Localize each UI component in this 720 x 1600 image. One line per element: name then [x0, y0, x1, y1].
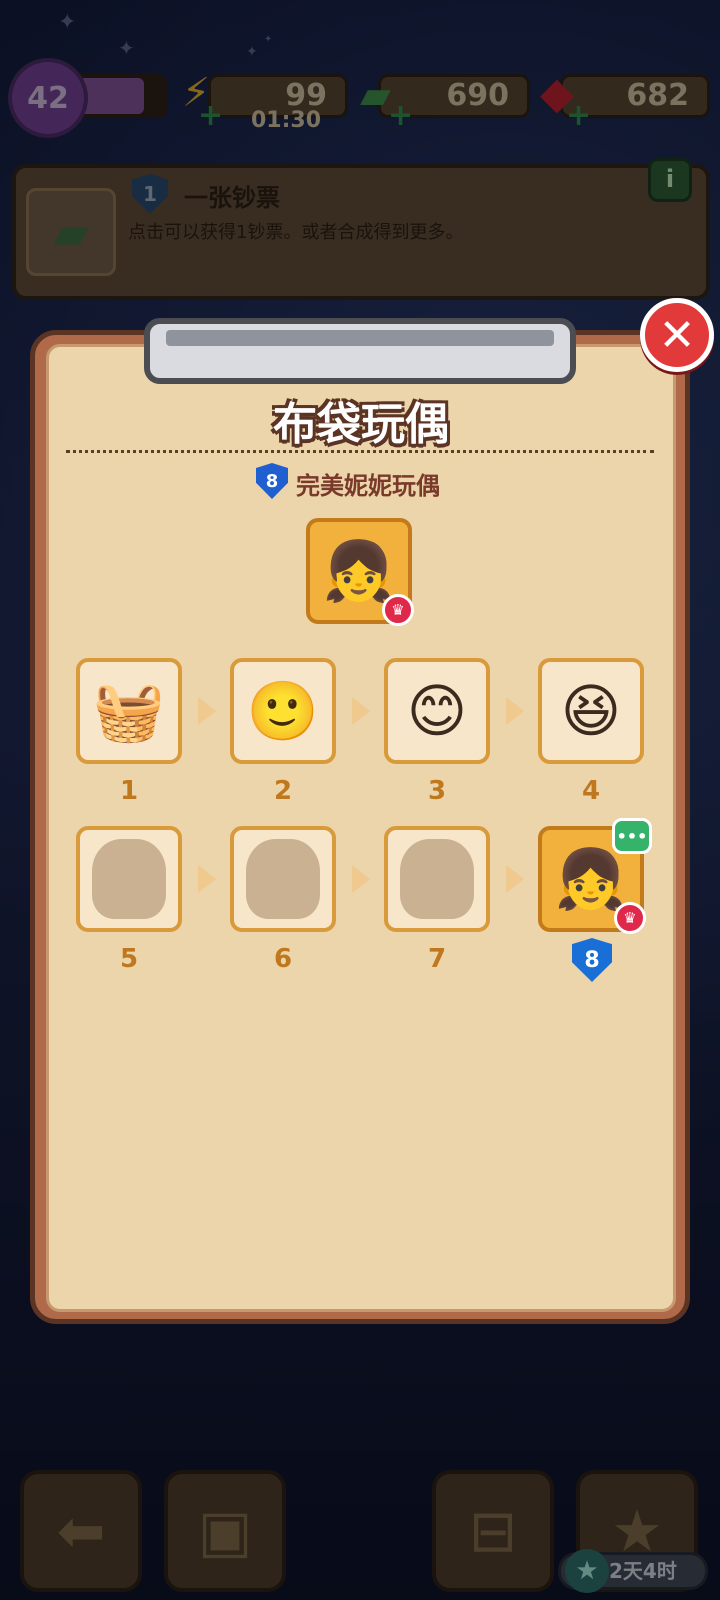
step-label: 1	[119, 776, 139, 806]
doll-icon: 👧	[322, 536, 396, 605]
crown-icon: ♛	[382, 594, 414, 626]
locked-silhouette-icon	[246, 839, 320, 919]
chain-arrow-icon	[352, 697, 370, 725]
clip-shine	[166, 330, 554, 346]
step-label: 2	[273, 776, 293, 806]
chain-step-4[interactable]: 😆	[538, 658, 644, 764]
locked-silhouette-icon	[400, 839, 474, 919]
step-label: 6	[273, 944, 293, 974]
chain-arrow-icon	[198, 865, 216, 893]
smiley-doll-icon: 🙂	[246, 676, 320, 745]
locked-silhouette-icon	[92, 839, 166, 919]
step-label: 5	[119, 944, 139, 974]
chain-arrow-icon	[198, 697, 216, 725]
hat-doll-icon: 😊	[406, 677, 468, 745]
chain-step-3[interactable]: 😊	[384, 658, 490, 764]
final-item-name: 完美妮妮玩偶	[296, 472, 440, 500]
chain-arrow-icon	[506, 697, 524, 725]
chain-step-1[interactable]: 🧺	[76, 658, 182, 764]
doll-icon: 👧	[554, 844, 628, 913]
featured-final-item[interactable]: 👧 ♛	[306, 518, 414, 626]
step-label: 7	[427, 944, 447, 974]
step-label: 4	[581, 776, 601, 806]
chain-step-6-locked[interactable]	[230, 826, 336, 932]
bow-doll-icon: 😆	[560, 677, 622, 745]
chain-arrow-icon	[506, 865, 524, 893]
chain-step-5-locked[interactable]	[76, 826, 182, 932]
clipboard-clip	[144, 318, 576, 384]
chain-step-8-final[interactable]: 👧 ♛ •••	[538, 818, 652, 934]
chain-arrow-icon	[352, 865, 370, 893]
modal-title: 布袋玩偶	[273, 399, 449, 450]
cloth-bundle-icon: 🧺	[92, 676, 166, 745]
more-options-icon[interactable]: •••	[612, 818, 652, 854]
close-button[interactable]: ✕	[640, 298, 714, 372]
chain-step-2[interactable]: 🙂	[230, 658, 336, 764]
title-divider	[66, 450, 654, 453]
step-label: 3	[427, 776, 447, 806]
chain-step-7-locked[interactable]	[384, 826, 490, 932]
crown-icon: ♛	[614, 902, 646, 934]
